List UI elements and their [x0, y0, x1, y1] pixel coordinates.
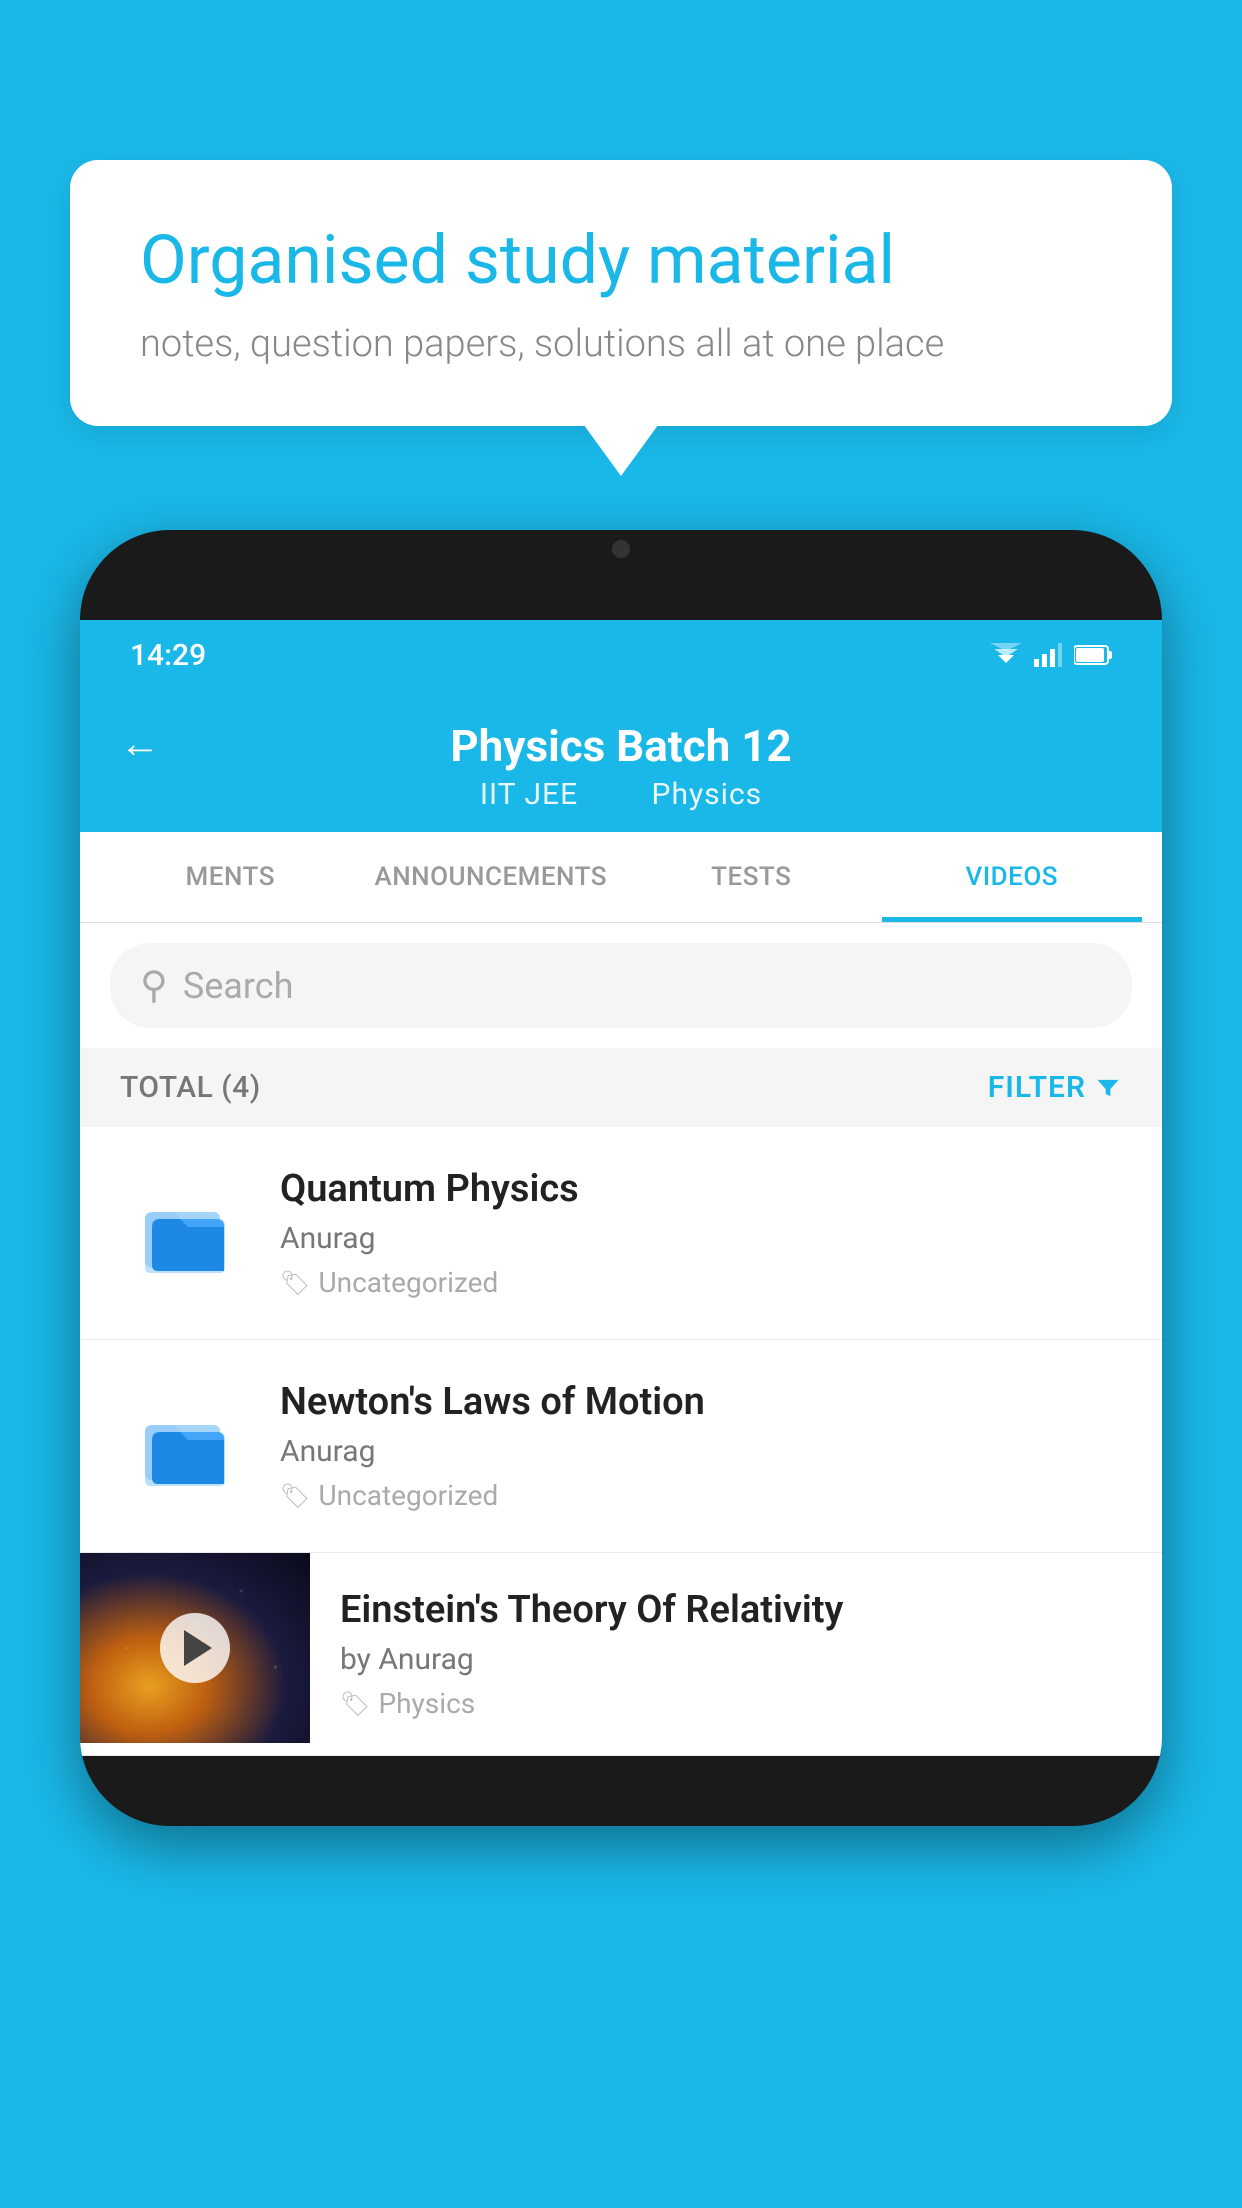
filter-button[interactable]: FILTER	[988, 1070, 1122, 1105]
status-icons	[990, 643, 1112, 667]
tab-videos[interactable]: VIDEOS	[882, 832, 1143, 922]
video-title: Quantum Physics	[280, 1167, 1122, 1211]
subtitle-part1: IIT JEE	[480, 777, 578, 812]
video-title: Einstein's Theory Of Relativity	[340, 1588, 1132, 1632]
phone-wrapper: 14:29	[80, 530, 1162, 2208]
subtitle-separator	[611, 777, 628, 812]
search-container: ⚲ Search	[80, 923, 1162, 1048]
video-author: by Anurag	[340, 1642, 1132, 1677]
tag-icon: 🏷	[340, 1690, 370, 1718]
list-item[interactable]: Einstein's Theory Of Relativity by Anura…	[80, 1553, 1162, 1756]
tab-ments[interactable]: MENTS	[100, 832, 361, 922]
speech-bubble: Organised study material notes, question…	[70, 160, 1172, 426]
battery-icon	[1074, 644, 1112, 666]
video-info-newton: Newton's Laws of Motion Anurag 🏷 Uncateg…	[280, 1380, 1122, 1512]
tag-icon: 🏷	[280, 1269, 310, 1297]
tab-tests[interactable]: TESTS	[621, 832, 882, 922]
status-time: 14:29	[130, 638, 206, 673]
wifi-icon	[990, 643, 1022, 667]
phone-notch	[561, 530, 681, 570]
subtitle-part2: Physics	[652, 777, 763, 812]
list-item[interactable]: Newton's Laws of Motion Anurag 🏷 Uncateg…	[80, 1340, 1162, 1553]
video-info-einstein: Einstein's Theory Of Relativity by Anura…	[310, 1553, 1162, 1755]
play-button[interactable]	[160, 1613, 230, 1683]
filter-row: TOTAL (4) FILTER	[80, 1048, 1162, 1127]
app-header: ← Physics Batch 12 IIT JEE Physics	[80, 690, 1162, 832]
tab-announcements[interactable]: ANNOUNCEMENTS	[361, 832, 622, 922]
video-title: Newton's Laws of Motion	[280, 1380, 1122, 1424]
folder-icon	[140, 1400, 230, 1490]
video-tag: 🏷 Uncategorized	[280, 1266, 1122, 1299]
video-thumbnail-einstein	[80, 1553, 310, 1743]
phone-outer: 14:29	[80, 530, 1162, 1826]
video-thumbnail-newton	[120, 1380, 250, 1510]
filter-icon	[1094, 1074, 1122, 1102]
video-tag: 🏷 Uncategorized	[280, 1479, 1122, 1512]
back-button[interactable]: ←	[120, 720, 160, 767]
video-author: Anurag	[280, 1221, 1122, 1256]
list-item[interactable]: Quantum Physics Anurag 🏷 Uncategorized	[80, 1127, 1162, 1340]
folder-icon	[140, 1187, 230, 1277]
phone-screen: 14:29	[80, 620, 1162, 1756]
video-info-quantum: Quantum Physics Anurag 🏷 Uncategorized	[280, 1167, 1122, 1299]
search-placeholder: Search	[183, 965, 294, 1007]
speech-bubble-title: Organised study material	[140, 220, 1102, 302]
speech-bubble-subtitle: notes, question papers, solutions all at…	[140, 322, 1102, 366]
video-tag: 🏷 Physics	[340, 1687, 1132, 1720]
video-thumbnail-quantum	[120, 1167, 250, 1297]
video-author: Anurag	[280, 1434, 1122, 1469]
page-title: Physics Batch 12	[450, 720, 791, 772]
search-bar[interactable]: ⚲ Search	[110, 943, 1132, 1028]
phone-top-bezel	[80, 530, 1162, 620]
total-count: TOTAL (4)	[120, 1070, 261, 1105]
page-subtitle: IIT JEE Physics	[468, 777, 774, 812]
search-icon: ⚲	[140, 963, 168, 1008]
tab-bar: MENTS ANNOUNCEMENTS TESTS VIDEOS	[80, 832, 1162, 923]
signal-icon	[1034, 643, 1062, 667]
phone-bottom-bezel	[80, 1756, 1162, 1826]
video-list: Quantum Physics Anurag 🏷 Uncategorized	[80, 1127, 1162, 1756]
tag-icon: 🏷	[280, 1482, 310, 1510]
status-bar: 14:29	[80, 620, 1162, 690]
